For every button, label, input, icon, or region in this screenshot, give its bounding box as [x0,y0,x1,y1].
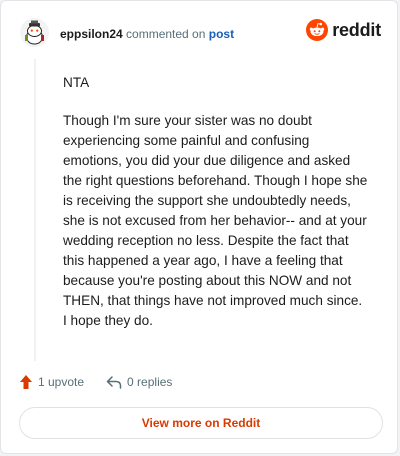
user-avatar[interactable] [20,18,49,47]
upvote-arrow-icon[interactable] [19,374,33,390]
upvote-action[interactable]: 1 upvote [19,374,84,390]
comment-embed-card: eppsilon24 commented on post reddit NTA … [0,0,398,454]
upvote-count: 1 upvote [38,375,85,389]
reply-count: 0 replies [127,375,173,389]
reply-icon[interactable] [106,375,122,389]
reddit-wordmark: reddit [332,19,381,40]
post-link[interactable]: post [209,27,234,41]
comment-paragraph: Though I'm sure your sister was no doubt… [63,113,368,328]
commented-on-text: commented on [126,27,206,41]
reddit-snoo-icon [306,19,329,41]
comment-header: eppsilon24 commented on post [60,26,234,42]
reply-action[interactable]: 0 replies [106,375,172,389]
avatar-image [20,18,49,47]
comment-body: NTA Though I'm sure your sister was no d… [63,73,368,349]
reddit-brand[interactable]: reddit [306,19,381,41]
thread-line [34,59,36,361]
username-link[interactable]: eppsilon24 [60,27,123,41]
comment-paragraph: NTA [63,75,90,90]
comment-actions: 1 upvote 0 replies [19,374,172,390]
view-more-on-reddit-button[interactable]: View more on Reddit [19,407,383,439]
